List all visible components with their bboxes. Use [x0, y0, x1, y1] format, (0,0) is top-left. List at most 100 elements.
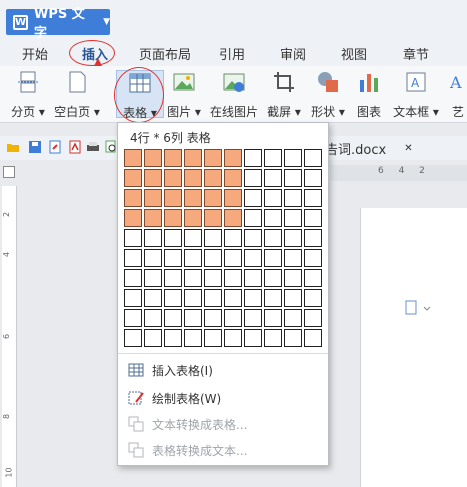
- tab-page-layout[interactable]: 页面布局: [139, 44, 191, 63]
- grid-cell[interactable]: [204, 249, 222, 267]
- grid-cell[interactable]: [204, 169, 222, 187]
- tab-home[interactable]: 开始: [22, 44, 48, 63]
- grid-cell[interactable]: [204, 209, 222, 227]
- pdf-icon[interactable]: [68, 140, 82, 154]
- grid-cell[interactable]: [284, 269, 302, 287]
- grid-cell[interactable]: [304, 309, 322, 327]
- grid-cell[interactable]: [284, 169, 302, 187]
- grid-cell[interactable]: [264, 289, 282, 307]
- grid-cell[interactable]: [184, 229, 202, 247]
- grid-cell[interactable]: [144, 149, 162, 167]
- grid-cell[interactable]: [144, 289, 162, 307]
- grid-cell[interactable]: [304, 209, 322, 227]
- grid-cell[interactable]: [204, 329, 222, 347]
- grid-cell[interactable]: [164, 229, 182, 247]
- grid-cell[interactable]: [264, 169, 282, 187]
- document-tab[interactable]: 告词.docx ✕: [325, 136, 467, 160]
- grid-cell[interactable]: [204, 309, 222, 327]
- chart-button[interactable]: 图表: [352, 70, 386, 120]
- grid-cell[interactable]: [144, 169, 162, 187]
- wps-app-menu-button[interactable]: W WPS 文字 ▼: [6, 7, 110, 41]
- grid-cell[interactable]: [224, 189, 242, 207]
- blank-page-button[interactable]: 空白页 ▾: [52, 70, 102, 120]
- grid-cell[interactable]: [304, 289, 322, 307]
- grid-cell[interactable]: [184, 209, 202, 227]
- grid-cell[interactable]: [204, 269, 222, 287]
- grid-cell[interactable]: [224, 289, 242, 307]
- grid-cell[interactable]: [284, 209, 302, 227]
- grid-cell[interactable]: [244, 169, 262, 187]
- grid-cell[interactable]: [284, 309, 302, 327]
- grid-cell[interactable]: [184, 309, 202, 327]
- grid-cell[interactable]: [204, 189, 222, 207]
- grid-cell[interactable]: [284, 189, 302, 207]
- grid-cell[interactable]: [164, 209, 182, 227]
- grid-cell[interactable]: [144, 329, 162, 347]
- grid-cell[interactable]: [304, 249, 322, 267]
- grid-cell[interactable]: [124, 149, 142, 167]
- grid-cell[interactable]: [144, 189, 162, 207]
- grid-cell[interactable]: [284, 289, 302, 307]
- grid-cell[interactable]: [264, 309, 282, 327]
- grid-cell[interactable]: [164, 329, 182, 347]
- grid-cell[interactable]: [124, 309, 142, 327]
- grid-cell[interactable]: [184, 149, 202, 167]
- screenshot-button[interactable]: 截屏 ▾: [264, 70, 304, 120]
- export-icon[interactable]: [48, 140, 62, 154]
- grid-cell[interactable]: [284, 149, 302, 167]
- grid-cell[interactable]: [164, 269, 182, 287]
- grid-cell[interactable]: [184, 269, 202, 287]
- grid-cell[interactable]: [184, 189, 202, 207]
- grid-cell[interactable]: [224, 309, 242, 327]
- grid-cell[interactable]: [224, 209, 242, 227]
- tab-view[interactable]: 视图: [341, 44, 367, 63]
- grid-cell[interactable]: [304, 329, 322, 347]
- tab-chapter[interactable]: 章节: [403, 44, 429, 63]
- grid-cell[interactable]: [224, 229, 242, 247]
- grid-cell[interactable]: [164, 309, 182, 327]
- document-page[interactable]: [360, 208, 467, 487]
- grid-cell[interactable]: [144, 209, 162, 227]
- open-folder-icon[interactable]: [6, 140, 20, 154]
- grid-cell[interactable]: [244, 189, 262, 207]
- grid-cell[interactable]: [244, 329, 262, 347]
- grid-cell[interactable]: [164, 289, 182, 307]
- draw-table-menu-item[interactable]: 绘制表格(W): [118, 385, 328, 411]
- online-picture-button[interactable]: 在线图片: [208, 70, 260, 120]
- print-icon[interactable]: [86, 140, 100, 154]
- grid-cell[interactable]: [264, 269, 282, 287]
- grid-cell[interactable]: [144, 269, 162, 287]
- grid-cell[interactable]: [124, 189, 142, 207]
- grid-cell[interactable]: [184, 249, 202, 267]
- grid-cell[interactable]: [304, 229, 322, 247]
- grid-cell[interactable]: [244, 209, 262, 227]
- grid-cell[interactable]: [284, 249, 302, 267]
- grid-cell[interactable]: [144, 309, 162, 327]
- grid-cell[interactable]: [124, 229, 142, 247]
- save-icon[interactable]: [28, 140, 42, 154]
- art-text-button[interactable]: A 艺: [446, 70, 467, 120]
- grid-cell[interactable]: [244, 309, 262, 327]
- grid-cell[interactable]: [184, 329, 202, 347]
- grid-cell[interactable]: [264, 229, 282, 247]
- grid-cell[interactable]: [244, 249, 262, 267]
- grid-cell[interactable]: [224, 149, 242, 167]
- grid-cell[interactable]: [224, 169, 242, 187]
- grid-cell[interactable]: [184, 289, 202, 307]
- grid-cell[interactable]: [264, 149, 282, 167]
- grid-cell[interactable]: [144, 249, 162, 267]
- grid-cell[interactable]: [264, 189, 282, 207]
- grid-cell[interactable]: [224, 249, 242, 267]
- grid-cell[interactable]: [264, 329, 282, 347]
- tab-references[interactable]: 引用: [219, 44, 245, 63]
- grid-cell[interactable]: [124, 249, 142, 267]
- grid-cell[interactable]: [164, 189, 182, 207]
- grid-cell[interactable]: [184, 169, 202, 187]
- grid-cell[interactable]: [224, 329, 242, 347]
- grid-cell[interactable]: [124, 169, 142, 187]
- grid-cell[interactable]: [264, 249, 282, 267]
- grid-cell[interactable]: [304, 189, 322, 207]
- grid-cell[interactable]: [224, 269, 242, 287]
- grid-cell[interactable]: [304, 149, 322, 167]
- insert-table-menu-item[interactable]: 插入表格(I): [118, 357, 328, 383]
